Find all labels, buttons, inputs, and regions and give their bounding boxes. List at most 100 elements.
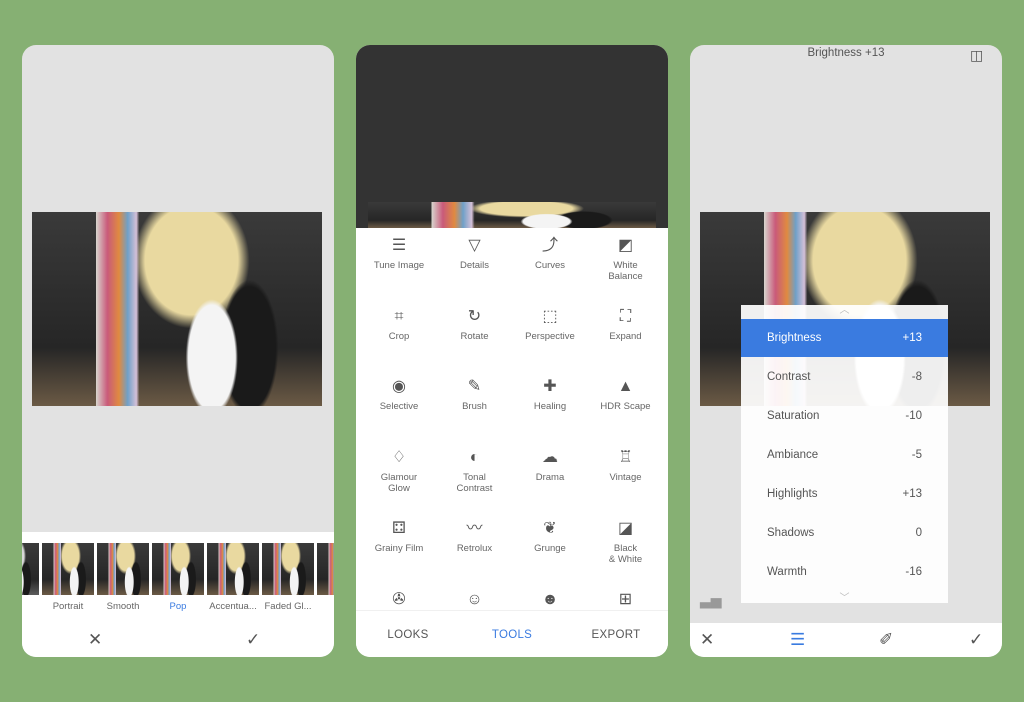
auto-magic-wand-icon[interactable]: ✐ (879, 630, 893, 650)
adjustment-value: 0 (915, 527, 922, 539)
tool-vintage[interactable]: ♖ Vintage (587, 447, 665, 483)
photo-preview (32, 212, 322, 406)
tab-export[interactable]: EXPORT (564, 629, 668, 641)
tool-label: HDR Scape (600, 401, 651, 413)
sliders-icon[interactable]: ☰ (790, 630, 805, 650)
tool-white-balance[interactable]: ◩ White Balance (587, 235, 665, 282)
sliders-icon: ☰ (391, 237, 407, 254)
tool-glamour-glow[interactable]: ♢ Glamour Glow (360, 447, 438, 494)
close-icon[interactable]: ✕ (88, 630, 102, 650)
tonal-icon: ◐ (469, 449, 480, 467)
tool-brush[interactable]: ✎ Brush (436, 376, 514, 412)
diamond-icon: ♢ (391, 449, 407, 467)
filter-label[interactable]: Pop (150, 601, 206, 612)
tool-grainy-film[interactable]: ⚃ Grainy Film (360, 518, 438, 554)
tab-tools[interactable]: TOOLS (460, 629, 564, 641)
adjustment-value: -16 (905, 566, 922, 578)
filter-strip[interactable]: litsPortraitSmoothPopAccentua...Faded Gl… (22, 532, 334, 622)
tool-crop[interactable]: ⌗ Crop (360, 306, 438, 342)
compare-icon[interactable]: ◫ (970, 45, 983, 65)
adjustment-name: Brightness (767, 332, 822, 344)
white-balance-icon: ◩ (617, 237, 634, 254)
adjustment-shadows[interactable]: Shadows 0 (741, 514, 948, 552)
tool-details[interactable]: ▽ Details (436, 235, 514, 271)
tool-label: Brush (462, 401, 487, 413)
tool-label: Tune Image (373, 260, 425, 271)
tool-selective[interactable]: ◉ Selective (360, 376, 438, 412)
selective-icon: ◉ (392, 378, 406, 396)
histogram-icon[interactable]: ▃▅ (700, 590, 722, 610)
perspective-icon: ⬚ (542, 307, 558, 325)
mustache-icon: 〰 (466, 519, 483, 537)
tool-label: Grainy Film (374, 542, 424, 554)
adjustment-name: Ambiance (767, 449, 819, 461)
adjustment-name: Warmth (767, 566, 807, 578)
filter-label[interactable]: Faded Gl... (260, 601, 316, 612)
photo-preview (368, 202, 656, 228)
filter-label[interactable]: Accentua... (205, 601, 261, 612)
adjustment-menu: ︿ ﹀ Brightness +13 Contrast -8 Saturation -10… (741, 305, 948, 604)
adjustment-name: Highlights (767, 488, 818, 500)
tool-perspective[interactable]: ⬚ Perspective (511, 306, 589, 342)
tool-tune-image[interactable]: ☰ Tune Image (360, 235, 438, 271)
grid-circle-icon: ⊞ (618, 590, 633, 608)
lamp-icon: ♖ (618, 449, 633, 467)
filter-thumbnail[interactable] (317, 543, 334, 595)
adjustment-contrast[interactable]: Contrast -8 (741, 358, 948, 396)
tool-hdr-scape[interactable]: ▲ HDR Scape (587, 376, 665, 412)
chevron-down-icon[interactable]: ﹀ (741, 589, 948, 604)
check-icon[interactable]: ✓ (246, 630, 260, 650)
filter-thumbnail[interactable] (262, 543, 314, 595)
tool-label: Tonal Contrast (456, 472, 493, 495)
filter-thumbnail[interactable] (22, 543, 39, 595)
filter-thumbnail[interactable] (42, 543, 94, 595)
check-icon[interactable]: ✓ (969, 630, 983, 650)
bottom-bar: ✕ ✓ (22, 622, 334, 657)
tool-healing[interactable]: ✚ Healing (511, 376, 589, 412)
filter-thumbnail[interactable] (207, 543, 259, 595)
tool-grunge[interactable]: ❦ Grunge (511, 518, 589, 554)
tab-looks[interactable]: LOOKS (356, 629, 460, 641)
tool-expand[interactable]: ⛶ Expand (587, 306, 665, 342)
adjustment-highlights[interactable]: Highlights +13 (741, 475, 948, 513)
tools-grid: ☰ Tune Image ▽ Details ⤴ Curves ◩ White Balance… (356, 228, 668, 610)
adjustment-warmth[interactable]: Warmth -16 (741, 553, 948, 591)
filter-label[interactable]: lits (22, 601, 41, 612)
tool-tonal-contrast[interactable]: ◐ Tonal Contrast (436, 447, 514, 494)
tool-rotate[interactable]: ↻ Rotate (436, 306, 514, 342)
tool-label: White Balance (608, 260, 643, 282)
filter-thumbnail[interactable] (152, 543, 204, 595)
tool-label: Black & White (608, 542, 643, 565)
filter-thumbnail[interactable] (97, 543, 149, 595)
cloud-icon: ☁ (542, 449, 558, 467)
close-icon[interactable]: ✕ (700, 630, 714, 650)
tool-label: Perspective (525, 330, 575, 342)
film-reel-icon: ✇ (392, 590, 406, 608)
tool-label: Crop (388, 330, 410, 342)
tool-label: Curves (534, 260, 566, 271)
tool-black-white[interactable]: ◪ Black & White (587, 518, 665, 565)
tool-retrolux[interactable]: 〰 Retrolux (436, 518, 514, 554)
filter-label[interactable]: Mo (315, 601, 334, 612)
adjustment-value: -8 (911, 371, 922, 383)
tool-label: Retrolux (456, 542, 493, 554)
adjustment-ambiance[interactable]: Ambiance -5 (741, 436, 948, 474)
adjustment-value: +13 (902, 332, 922, 344)
filter-label[interactable]: Portrait (40, 601, 96, 612)
adjustment-value: -10 (905, 410, 922, 422)
adjustment-name: Shadows (767, 527, 815, 539)
adjustment-value: -5 (911, 449, 922, 461)
filter-label[interactable]: Smooth (95, 601, 151, 612)
rotate-icon: ↻ (467, 307, 482, 325)
adjustment-brightness[interactable]: Brightness +13 (741, 319, 948, 357)
tool-curves[interactable]: ⤴ Curves (511, 235, 589, 271)
adjustment-name: Saturation (767, 410, 820, 422)
tool-drama[interactable]: ☁ Drama (511, 447, 589, 483)
preview-area (356, 45, 668, 228)
bandage-icon: ✚ (543, 378, 557, 396)
grain-icon: ⚃ (392, 519, 406, 537)
curves-icon: ⤴ (541, 237, 558, 254)
tab-bar: LOOKS TOOLS EXPORT (356, 610, 668, 657)
chevron-up-icon[interactable]: ︿ (741, 301, 948, 316)
adjustment-saturation[interactable]: Saturation -10 (741, 397, 948, 435)
